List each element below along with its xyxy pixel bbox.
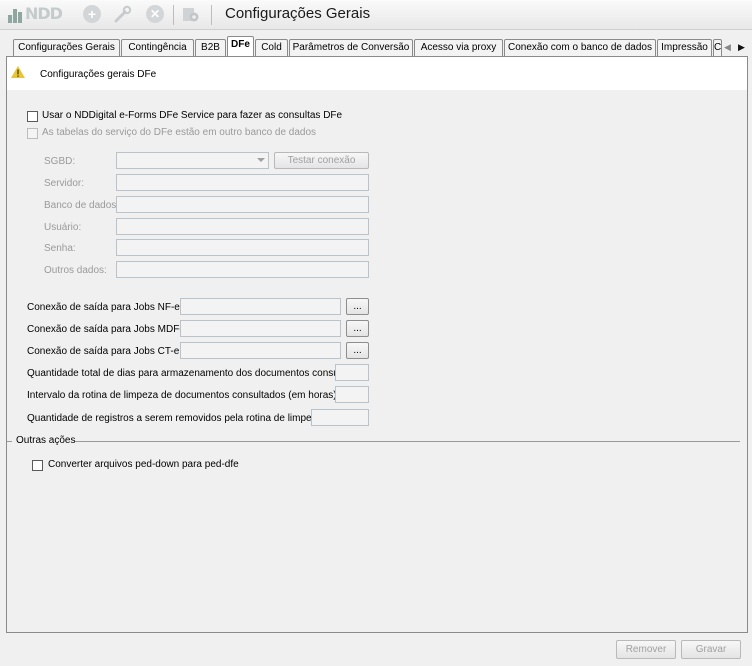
cte-jobs-label: Conexão de saída para Jobs CT-e: — [27, 346, 183, 357]
group-divider — [7, 441, 12, 442]
tab-cold[interactable]: Cold — [255, 39, 288, 56]
sgbd-select[interactable] — [116, 152, 269, 169]
other-data-field[interactable] — [116, 261, 369, 278]
tab-dfe[interactable]: DFe — [227, 36, 254, 56]
use-dfe-service-checkbox[interactable] — [27, 111, 38, 122]
nfe-jobs-field[interactable] — [180, 298, 341, 315]
chevron-down-icon — [257, 158, 265, 162]
cleanup-interval-field[interactable] — [335, 386, 369, 403]
other-db-label: As tabelas do serviço do DFe estão em ou… — [42, 127, 317, 138]
records-removed-field[interactable] — [311, 409, 369, 426]
database-field[interactable] — [116, 196, 369, 213]
cancel-icon[interactable]: ✕ — [145, 4, 165, 24]
logo-text: NDD — [25, 4, 63, 23]
window-title: Configurações Gerais — [225, 5, 371, 22]
storage-days-label: Quantidade total de dias para armazename… — [27, 368, 369, 379]
test-connection-button[interactable]: Testar conexão — [274, 152, 369, 169]
toolbar-separator — [173, 5, 174, 25]
storage-days-field[interactable] — [335, 364, 369, 381]
cte-browse-button[interactable]: ... — [346, 342, 369, 359]
ndd-logo: NDD — [8, 4, 63, 23]
group-divider — [75, 441, 740, 442]
tab-contingencia[interactable]: Contingência — [121, 39, 194, 56]
tab-c[interactable]: C — [713, 39, 722, 56]
dfe-settings-panel: Configurações gerais DFe Usar o NDDigita… — [6, 56, 748, 633]
warning-icon — [11, 66, 25, 78]
tab-b2b[interactable]: B2B — [195, 39, 226, 56]
tab-scroll-right-icon[interactable]: ▶ — [738, 42, 745, 53]
tab-scroll-left-icon[interactable]: ◀ — [724, 42, 731, 53]
panel-title: Configurações gerais DFe — [40, 69, 157, 80]
cleanup-interval-label: Intervalo da rotina de limpeza de docume… — [27, 390, 340, 401]
password-label: Senha: — [44, 243, 76, 254]
convert-ped-down-checkbox[interactable] — [32, 460, 43, 471]
title-bar: NDD + ✕ Configurações Gerais — [0, 0, 752, 30]
add-icon[interactable]: + — [82, 4, 102, 24]
mdfe-jobs-field[interactable] — [180, 320, 341, 337]
nfe-jobs-label: Conexão de saída para Jobs NF-e: — [27, 302, 183, 313]
wrench-icon[interactable] — [113, 4, 133, 24]
records-removed-label: Quantidade de registros a serem removido… — [27, 413, 325, 424]
use-dfe-service-label: Usar o NDDigital e-Forms DFe Service par… — [42, 110, 343, 121]
tab-impressao[interactable]: Impressão — [657, 39, 712, 56]
user-field[interactable] — [116, 218, 369, 235]
save-button[interactable]: Gravar — [681, 640, 741, 659]
tab-parametros-conversao[interactable]: Parâmetros de Conversão — [289, 39, 413, 56]
nfe-browse-button[interactable]: ... — [346, 298, 369, 315]
mdfe-browse-button[interactable]: ... — [346, 320, 369, 337]
tab-configuracoes-gerais[interactable]: Configurações Gerais — [13, 39, 120, 56]
settings-icon[interactable] — [181, 4, 201, 24]
other-db-checkbox[interactable] — [27, 128, 38, 139]
logo-bars-icon — [8, 9, 22, 23]
tab-strip: Configurações Gerais Contingência B2B DF… — [0, 36, 752, 56]
server-label: Servidor: — [44, 178, 85, 189]
password-field[interactable] — [116, 239, 369, 256]
database-label: Banco de dados: — [44, 200, 120, 211]
toolbar-separator — [211, 5, 212, 25]
cte-jobs-field[interactable] — [180, 342, 341, 359]
other-data-label: Outros dados: — [44, 265, 107, 276]
tab-acesso-proxy[interactable]: Acesso via proxy — [414, 39, 503, 56]
remove-button[interactable]: Remover — [616, 640, 676, 659]
panel-header: Configurações gerais DFe — [7, 57, 747, 90]
mdfe-jobs-label: Conexão de saída para Jobs MDF-e: — [27, 324, 191, 335]
convert-ped-down-label: Converter arquivos ped-down para ped-dfe — [48, 459, 239, 470]
tab-conexao-banco[interactable]: Conexão com o banco de dados — [504, 39, 656, 56]
other-actions-group-label: Outras ações — [16, 435, 76, 446]
server-field[interactable] — [116, 174, 369, 191]
user-label: Usuário: — [44, 222, 82, 233]
sgbd-label: SGBD: — [44, 156, 76, 167]
